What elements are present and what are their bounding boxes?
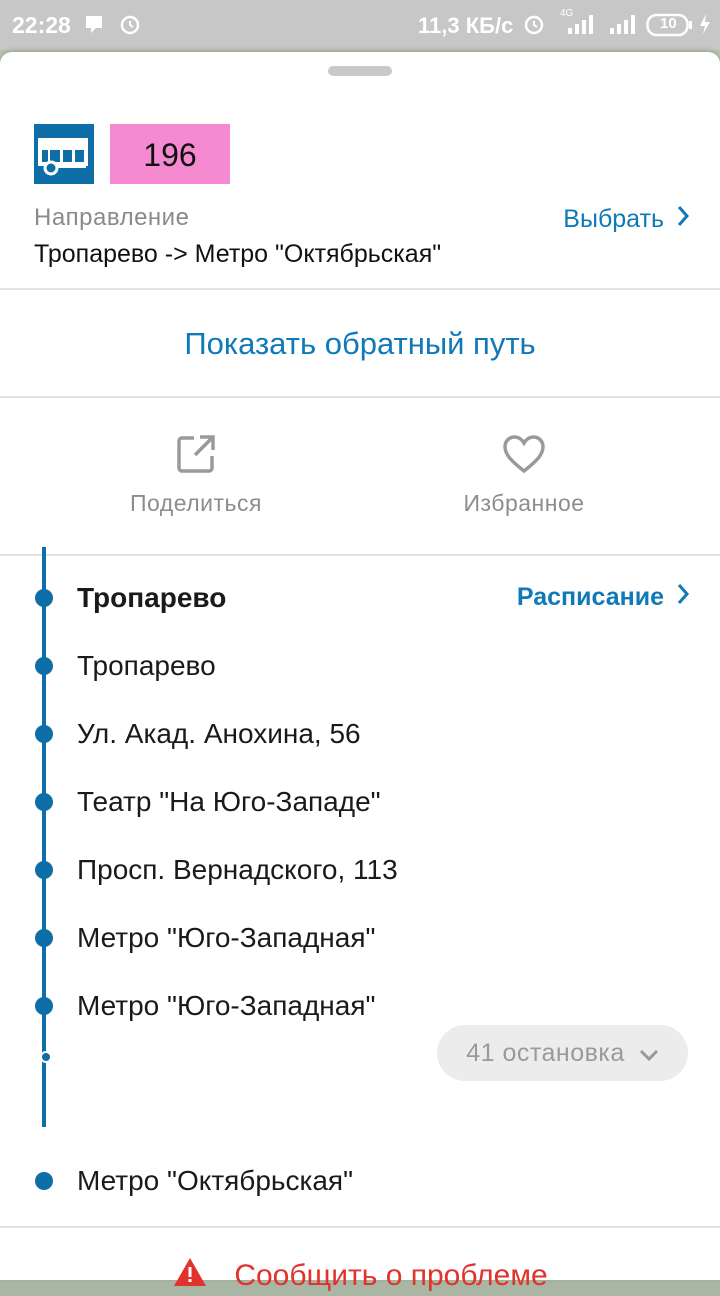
tram-icon	[34, 124, 94, 184]
status-bar: 22:28 11,3 КБ/с 4G 10	[0, 0, 720, 50]
collapsed-stops-marker	[40, 1051, 52, 1063]
stop-name: Театр "На Юго-Западе"	[77, 786, 381, 817]
stop-dot	[35, 861, 53, 879]
report-problem-button[interactable]: Сообщить о проблеме	[0, 1256, 720, 1296]
route-number-badge: 196	[110, 124, 230, 184]
choose-direction-label: Выбрать	[563, 205, 664, 233]
stop-dot	[35, 929, 53, 947]
favorite-label: Избранное	[463, 490, 585, 516]
share-icon	[176, 434, 216, 479]
share-label: Поделиться	[129, 490, 262, 516]
stop-item[interactable]: Ул. Акад. Анохина, 56	[0, 715, 720, 755]
stop-item[interactable]: Метро "Юго-Западная"	[0, 919, 720, 959]
warning-icon	[172, 1256, 208, 1296]
stop-dot	[35, 589, 53, 607]
direction-value: Тропарево -> Метро "Октябрьская"	[34, 240, 442, 268]
stop-item-last[interactable]: Метро "Октябрьская"	[0, 1162, 720, 1202]
chevron-right-icon	[676, 204, 690, 235]
notification-icon	[82, 12, 108, 41]
stop-dot	[35, 793, 53, 811]
alarm-icon-right	[522, 12, 546, 41]
stop-item[interactable]: Театр "На Юго-Западе"	[0, 783, 720, 823]
collapsed-stops-label: 41 остановка	[466, 1038, 625, 1067]
alarm-icon	[118, 12, 142, 41]
stop-dot	[35, 1172, 53, 1190]
stop-name: Метро "Юго-Западная"	[77, 990, 376, 1021]
signal-icon-2	[606, 12, 638, 41]
stop-item[interactable]: Просп. Вернадского, 113	[0, 851, 720, 891]
network-speed: 11,3 КБ/с	[418, 13, 514, 38]
report-problem-label: Сообщить о проблеме	[234, 1259, 548, 1292]
status-time: 22:28	[12, 12, 71, 38]
stop-dot	[35, 725, 53, 743]
divider	[0, 554, 720, 556]
sheet-drag-handle[interactable]	[328, 66, 392, 76]
stop-dot	[35, 657, 53, 675]
stop-name: Метро "Октябрьская"	[77, 1165, 354, 1196]
chevron-down-icon	[639, 1039, 659, 1068]
heart-icon	[502, 434, 546, 479]
expand-stops-button[interactable]: 41 остановка	[437, 1025, 688, 1081]
divider	[0, 1226, 720, 1228]
stop-item[interactable]: Тропарево	[0, 579, 720, 619]
choose-direction-button[interactable]: Выбрать	[563, 204, 690, 235]
stop-dot	[35, 997, 53, 1015]
stop-item[interactable]: Метро "Юго-Западная"	[0, 987, 720, 1027]
stop-name: Метро "Юго-Западная"	[77, 922, 376, 953]
show-reverse-route-label: Показать обратный путь	[184, 326, 536, 361]
signal-icon	[562, 12, 598, 41]
stop-item[interactable]: Тропарево	[0, 647, 720, 687]
route-line	[42, 547, 46, 1127]
share-button[interactable]: Поделиться	[16, 398, 376, 554]
direction-label: Направление	[34, 204, 190, 231]
favorite-button[interactable]: Избранное	[344, 398, 704, 554]
stop-name: Ул. Акад. Анохина, 56	[77, 718, 361, 749]
battery-level: 10	[660, 15, 677, 32]
stop-name: Тропарево	[77, 650, 216, 681]
show-reverse-route-button[interactable]: Показать обратный путь	[0, 290, 720, 398]
charging-icon	[698, 12, 712, 41]
stop-name: Тропарево	[77, 582, 227, 613]
stop-name: Просп. Вернадского, 113	[77, 854, 398, 885]
